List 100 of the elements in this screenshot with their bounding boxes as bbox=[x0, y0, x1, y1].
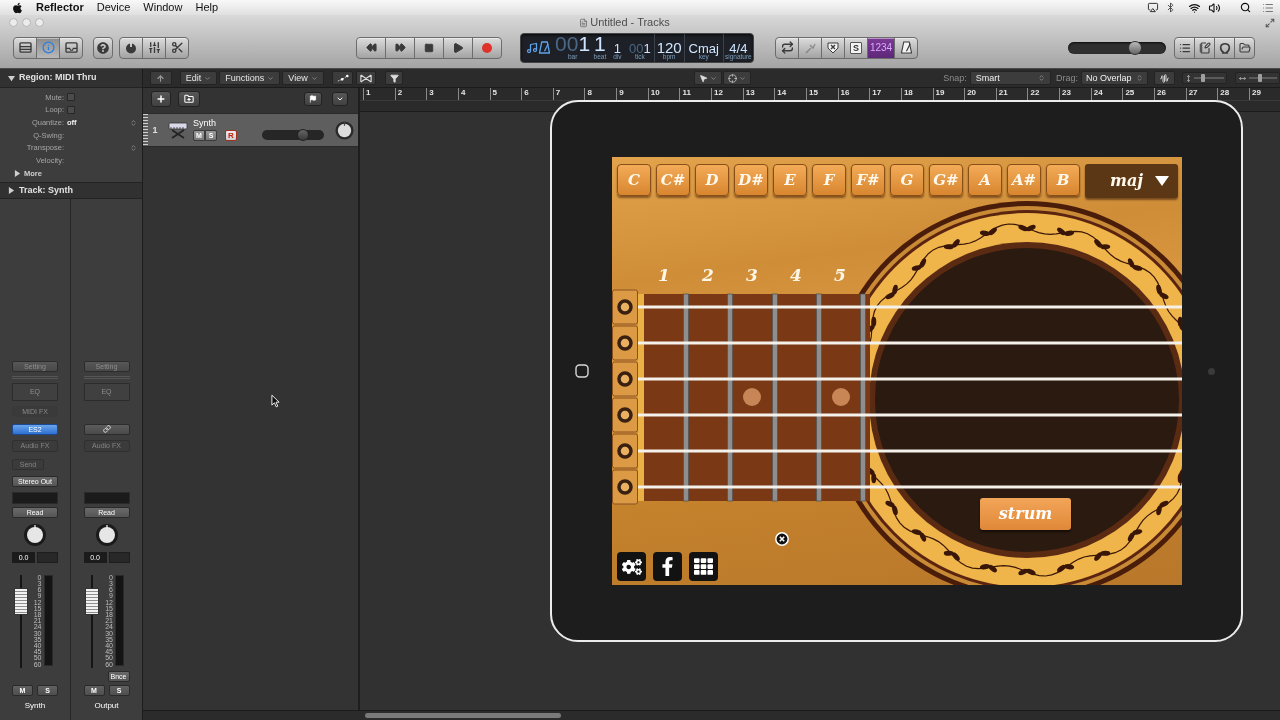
metronome-icon[interactable] bbox=[538, 41, 550, 55]
replace-button[interactable] bbox=[821, 36, 845, 59]
guitar-string[interactable] bbox=[638, 449, 1182, 453]
mixer-button[interactable] bbox=[142, 36, 166, 59]
add-track-button[interactable] bbox=[151, 91, 171, 107]
checkbox[interactable] bbox=[67, 106, 75, 115]
play-icon bbox=[452, 41, 464, 54]
menu-item[interactable]: Reflector bbox=[36, 2, 84, 13]
fader-thumb[interactable] bbox=[85, 588, 99, 615]
waveform-zoom-button[interactable] bbox=[1154, 71, 1175, 85]
browser-button[interactable] bbox=[1234, 36, 1255, 59]
menu-button[interactable]: Functions bbox=[219, 71, 281, 85]
chord-type-dropdown[interactable]: maj bbox=[1085, 164, 1178, 198]
library-button[interactable] bbox=[13, 36, 37, 59]
ruler-number: 9 bbox=[619, 88, 624, 97]
link-button[interactable] bbox=[83, 423, 130, 435]
guitar-string[interactable] bbox=[638, 377, 1182, 381]
pan-knob[interactable] bbox=[335, 120, 354, 140]
cycle-button[interactable] bbox=[775, 36, 799, 59]
rewind-button[interactable] bbox=[356, 36, 386, 59]
help-button[interactable] bbox=[93, 36, 113, 59]
grid-icon[interactable] bbox=[689, 552, 718, 581]
filter-button[interactable] bbox=[385, 71, 403, 85]
help-icon bbox=[97, 41, 109, 54]
fader-thumb[interactable] bbox=[13, 588, 28, 615]
track-options-button[interactable] bbox=[332, 92, 348, 106]
pan-knob[interactable] bbox=[24, 523, 46, 546]
editor-button[interactable] bbox=[59, 36, 83, 59]
solo-mode-button[interactable]: S bbox=[844, 36, 868, 59]
list-editors-button[interactable] bbox=[1174, 36, 1195, 59]
keyboard-icon bbox=[167, 121, 189, 139]
settings-icon[interactable] bbox=[617, 552, 646, 581]
smart-controls-button[interactable] bbox=[119, 36, 143, 59]
pan-knob[interactable] bbox=[95, 523, 118, 546]
apple-icon[interactable] bbox=[12, 1, 23, 14]
flag-button[interactable] bbox=[304, 92, 322, 106]
record-button[interactable] bbox=[472, 36, 502, 59]
guitar-string[interactable] bbox=[638, 305, 1182, 309]
forward-button[interactable] bbox=[385, 36, 415, 59]
bluetooth-icon[interactable] bbox=[1165, 2, 1176, 13]
stepper-arrows-icon[interactable] bbox=[130, 118, 137, 127]
search-icon[interactable] bbox=[1240, 2, 1251, 13]
notepad-button[interactable] bbox=[1194, 36, 1215, 59]
volume-icon[interactable] bbox=[1208, 1, 1221, 14]
guitar-string[interactable] bbox=[638, 341, 1182, 345]
disclosure-triangle-icon[interactable] bbox=[14, 169, 21, 177]
horizontal-zoom-slider[interactable] bbox=[1235, 72, 1280, 84]
fullscreen-icon[interactable] bbox=[1265, 17, 1275, 28]
menu-item[interactable]: Device bbox=[96, 2, 131, 13]
checkbox[interactable] bbox=[67, 93, 75, 102]
editors-button[interactable] bbox=[165, 36, 189, 59]
f-logo-icon[interactable] bbox=[653, 552, 682, 581]
up-arrow-button[interactable] bbox=[150, 71, 172, 85]
guitar-string[interactable] bbox=[638, 413, 1182, 417]
home-button-icon[interactable] bbox=[575, 364, 589, 378]
note-icon[interactable] bbox=[525, 40, 538, 55]
metronome-button[interactable] bbox=[894, 36, 918, 59]
group-display bbox=[83, 491, 130, 504]
wifi-icon[interactable] bbox=[1188, 1, 1201, 14]
drag-popup[interactable]: No Overlap bbox=[1080, 71, 1149, 85]
menu-item[interactable]: Help bbox=[195, 2, 219, 13]
crosshair-tool-button[interactable] bbox=[722, 71, 752, 85]
new-folder-button[interactable] bbox=[178, 91, 200, 107]
scrollbar-thumb[interactable] bbox=[365, 713, 561, 718]
vertical-zoom-slider[interactable] bbox=[1182, 72, 1227, 84]
slider-thumb[interactable] bbox=[1127, 40, 1142, 55]
record-enable-button[interactable]: R bbox=[225, 130, 237, 141]
track-volume-slider[interactable] bbox=[262, 130, 324, 140]
region-header[interactable]: Region: MIDI Thru bbox=[0, 69, 142, 88]
plus-icon bbox=[156, 94, 166, 104]
stepper-arrows-icon[interactable] bbox=[130, 144, 137, 153]
stop-button[interactable] bbox=[414, 36, 444, 59]
menu-button[interactable]: Edit bbox=[179, 71, 218, 85]
guitar-string[interactable] bbox=[638, 485, 1182, 489]
track-header-bar[interactable]: Track: Synth bbox=[0, 181, 142, 199]
automation-toggle-button[interactable] bbox=[331, 71, 354, 85]
tuning-peg-icon bbox=[612, 397, 638, 433]
master-volume-slider[interactable] bbox=[1068, 41, 1166, 54]
count-in-button[interactable]: 1234 bbox=[867, 36, 895, 59]
airplay-icon[interactable] bbox=[1147, 2, 1159, 13]
slider-thumb[interactable] bbox=[297, 129, 309, 141]
list-icon[interactable] bbox=[1262, 1, 1274, 14]
disclosure-triangle-icon[interactable] bbox=[8, 186, 15, 194]
menu-button[interactable]: View bbox=[282, 71, 324, 85]
zoom-thumb[interactable] bbox=[1258, 74, 1263, 82]
mouse-pointer-icon bbox=[271, 394, 280, 408]
disclosure-triangle-icon[interactable] bbox=[8, 74, 15, 82]
lcd-value: 1 bbox=[613, 42, 622, 55]
pointer-tool-button[interactable] bbox=[693, 71, 722, 85]
play-button[interactable] bbox=[443, 36, 473, 59]
flex-button[interactable] bbox=[356, 71, 377, 85]
ruler-number: 16 bbox=[840, 88, 850, 97]
loops-button[interactable] bbox=[1214, 36, 1235, 59]
knob-icon bbox=[125, 41, 137, 54]
snap-popup[interactable]: Smart bbox=[969, 71, 1051, 85]
ruler-number: 28 bbox=[1220, 88, 1230, 97]
zoom-thumb[interactable] bbox=[1200, 74, 1205, 82]
menu-item[interactable]: Window bbox=[143, 2, 183, 13]
close-icon[interactable] bbox=[775, 532, 789, 546]
lcd-value: 1 bbox=[643, 42, 651, 55]
